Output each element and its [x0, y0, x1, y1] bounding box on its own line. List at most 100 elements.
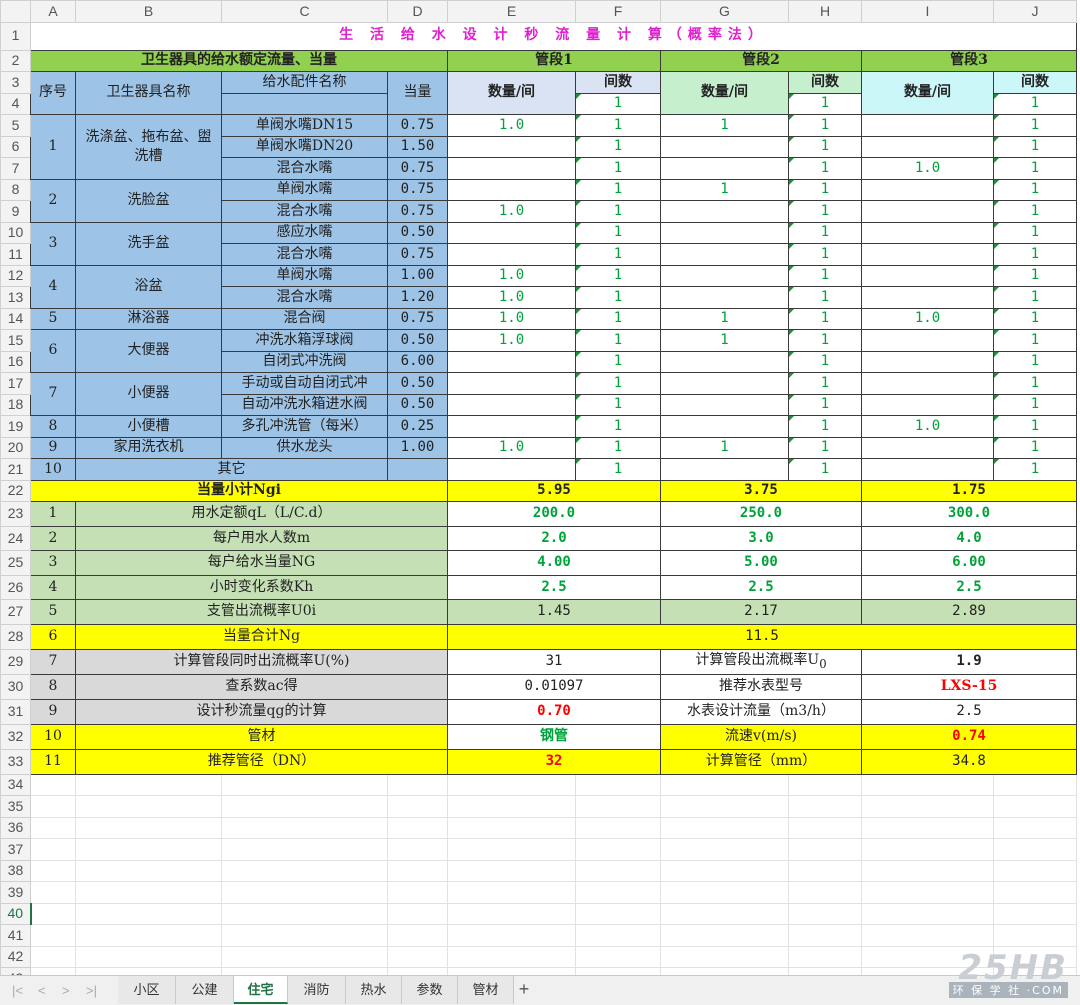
segment2-header[interactable]: 管段2 — [660, 49, 862, 72]
segment1-qty[interactable] — [447, 393, 576, 416]
segment2-qty[interactable]: 1 — [660, 178, 789, 201]
fixture-section-header[interactable]: 卫生器具的给水额定流量、当量 — [30, 49, 448, 72]
segment3-qty[interactable]: 1.0 — [861, 307, 994, 330]
calc-seq[interactable]: 6 — [30, 623, 76, 650]
segment3-qty[interactable] — [861, 393, 994, 416]
segment3-qty[interactable] — [861, 436, 994, 459]
empty-cell[interactable] — [75, 881, 222, 904]
calc-seq[interactable]: 10 — [30, 723, 76, 750]
first-sheet-button[interactable]: |< — [12, 983, 23, 998]
segment3-rooms[interactable]: 1 — [993, 200, 1077, 223]
empty-cell[interactable] — [993, 816, 1077, 839]
equiv-cell[interactable]: 0.75 — [387, 200, 448, 223]
segment2-rooms[interactable]: 1 — [788, 415, 862, 438]
segment2-rooms[interactable]: 1 — [788, 114, 862, 137]
row-header[interactable]: 30 — [0, 673, 31, 700]
segment2-rooms[interactable]: 1 — [788, 329, 862, 352]
row-header[interactable]: 36 — [0, 816, 31, 839]
param-seq[interactable]: 1 — [30, 501, 76, 527]
row-header[interactable]: 4 — [0, 92, 31, 115]
empty-cell[interactable] — [575, 816, 661, 839]
segment1-qty[interactable] — [447, 372, 576, 395]
segment2-rooms[interactable]: 1 — [788, 372, 862, 395]
segment1-qty[interactable] — [447, 415, 576, 438]
column-header[interactable]: C — [221, 0, 388, 23]
seq-cell[interactable]: 5 — [30, 307, 76, 330]
fitting-name-cell[interactable]: 手动或自动自闭式冲 — [221, 372, 388, 395]
segment3-param[interactable]: 2.5 — [861, 574, 1077, 600]
row-header[interactable]: 33 — [0, 748, 31, 775]
empty-cell[interactable] — [447, 967, 576, 975]
empty-cell[interactable] — [387, 945, 448, 968]
segment1-qty[interactable] — [447, 458, 576, 481]
empty-cell[interactable] — [993, 795, 1077, 818]
row-header[interactable]: 12 — [0, 264, 31, 287]
segment1-rooms[interactable]: 1 — [575, 393, 661, 416]
design-flow-label[interactable]: 设计秒流量qg的计算 — [75, 698, 448, 725]
column-header[interactable]: J — [993, 0, 1077, 23]
empty-cell[interactable] — [30, 924, 76, 947]
seq-cell[interactable]: 3 — [30, 221, 76, 266]
segment2-rooms[interactable]: 1 — [788, 286, 862, 309]
row-header[interactable]: 18 — [0, 393, 31, 416]
row-header[interactable]: 23 — [0, 501, 31, 527]
segment2-param[interactable]: 2.5 — [660, 574, 862, 600]
column-header[interactable]: F — [575, 0, 661, 23]
equiv-cell[interactable]: 1.50 — [387, 135, 448, 158]
total-equiv-value[interactable]: 11.5 — [447, 623, 1077, 650]
sheet-tab[interactable]: 住宅 — [234, 976, 288, 1004]
segment3-qty[interactable] — [861, 178, 994, 201]
segment1-qty[interactable]: 1.0 — [447, 329, 576, 352]
seq-cell[interactable]: 8 — [30, 415, 76, 438]
sheet-tab[interactable]: 参数 — [402, 976, 458, 1004]
row-header[interactable]: 43 — [0, 967, 31, 975]
empty-cell[interactable] — [75, 967, 222, 975]
empty-cell[interactable] — [861, 924, 994, 947]
segment2-rooms[interactable]: 1 — [788, 264, 862, 287]
equiv-cell[interactable]: 0.50 — [387, 372, 448, 395]
segment2-qty[interactable] — [660, 286, 789, 309]
segment2-rooms[interactable]: 1 — [788, 458, 862, 481]
select-all-corner[interactable] — [0, 0, 31, 23]
row-header[interactable]: 26 — [0, 574, 31, 600]
empty-cell[interactable] — [75, 838, 222, 861]
sheet-tab[interactable]: 热水 — [346, 976, 402, 1004]
seq-cell[interactable]: 10 — [30, 458, 76, 481]
row-header[interactable]: 35 — [0, 795, 31, 818]
fitting-name-cell[interactable]: 供水龙头 — [221, 436, 388, 459]
fixture-name-cell[interactable]: 小便槽 — [75, 415, 222, 438]
row-header[interactable]: 39 — [0, 881, 31, 904]
segment3-rooms[interactable]: 1 — [993, 372, 1077, 395]
segment1-rooms[interactable]: 1 — [575, 350, 661, 373]
row-header[interactable]: 22 — [0, 479, 31, 502]
empty-cell[interactable] — [387, 902, 448, 925]
row-header[interactable]: 10 — [0, 221, 31, 244]
segment2-qty[interactable] — [660, 200, 789, 223]
segment3-param[interactable]: 4.0 — [861, 525, 1077, 551]
segment2-qty[interactable]: 1 — [660, 114, 789, 137]
segment3-rooms[interactable]: 1 — [993, 436, 1077, 459]
pipe-material-value[interactable]: 钢管 — [447, 723, 661, 750]
empty-cell[interactable] — [788, 795, 862, 818]
row-header[interactable]: 42 — [0, 945, 31, 968]
row-header[interactable]: 6 — [0, 135, 31, 158]
row-header[interactable]: 8 — [0, 178, 31, 201]
rec-diameter-label[interactable]: 推荐管径（DN） — [75, 748, 448, 775]
fixture-name-header[interactable]: 卫生器具名称 — [75, 71, 222, 115]
seq-header[interactable]: 序号 — [30, 71, 76, 115]
equiv-cell[interactable]: 0.50 — [387, 393, 448, 416]
segment1-qty[interactable]: 1.0 — [447, 286, 576, 309]
row-header[interactable]: 2 — [0, 49, 31, 72]
fixture-name-cell[interactable]: 洗脸盆 — [75, 178, 222, 223]
equiv-cell[interactable]: 0.75 — [387, 114, 448, 137]
segment3-qty[interactable] — [861, 350, 994, 373]
segment3-subtotal[interactable]: 1.75 — [861, 479, 1077, 502]
segment2-param[interactable]: 5.00 — [660, 550, 862, 576]
segment3-rooms[interactable]: 1 — [993, 135, 1077, 158]
segment3-qty[interactable] — [861, 200, 994, 223]
outflow-prob-value[interactable]: 1.9 — [861, 648, 1077, 675]
sim-prob-label[interactable]: 计算管段同时出流概率U(%) — [75, 648, 448, 675]
segment2-rooms[interactable]: 1 — [788, 393, 862, 416]
empty-cell[interactable] — [447, 838, 576, 861]
qty-per-room-header[interactable]: 数量/间 — [447, 71, 576, 115]
